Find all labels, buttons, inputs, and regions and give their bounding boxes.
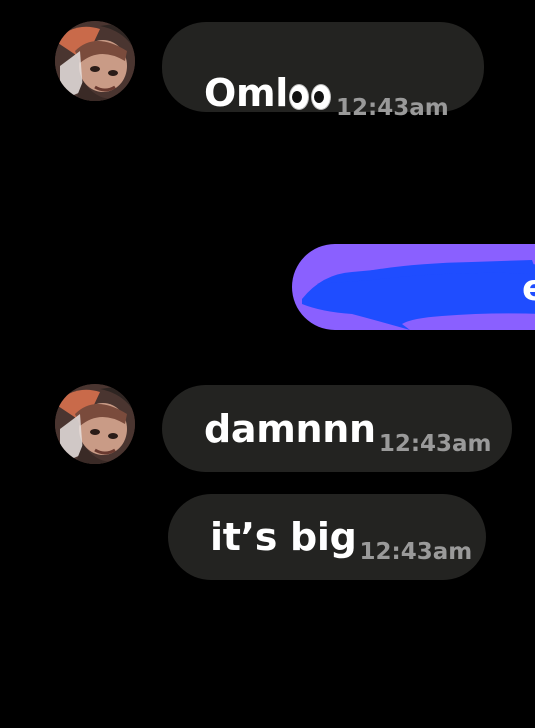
chat-thread: Oml 12:43am e damnnn 12:43am it’s big 12… <box>0 0 535 728</box>
message-timestamp: 12:43am <box>359 539 473 565</box>
message-text: Oml <box>204 71 289 115</box>
avatar-photo-icon <box>55 384 135 464</box>
message-timestamp: 12:43am <box>378 431 492 457</box>
outgoing-message-text: e <box>522 268 535 309</box>
contact-avatar[interactable] <box>55 384 135 464</box>
eyes-emoji-icon <box>289 84 333 110</box>
outgoing-message-bubble[interactable]: e <box>292 244 535 330</box>
avatar-photo-icon <box>55 21 135 101</box>
incoming-message-bubble[interactable]: it’s big 12:43am <box>168 494 486 580</box>
incoming-message-bubble[interactable]: damnnn 12:43am <box>162 385 512 472</box>
incoming-message-bubble[interactable]: Oml 12:43am <box>162 22 484 120</box>
eye-right-icon <box>311 84 332 110</box>
contact-avatar[interactable] <box>55 21 135 101</box>
eye-left-icon <box>289 84 310 110</box>
message-timestamp: 12:43am <box>336 95 449 121</box>
message-text: damnnn <box>204 407 376 451</box>
message-text: it’s big <box>210 515 357 559</box>
redaction-scribble-icon <box>302 260 535 330</box>
